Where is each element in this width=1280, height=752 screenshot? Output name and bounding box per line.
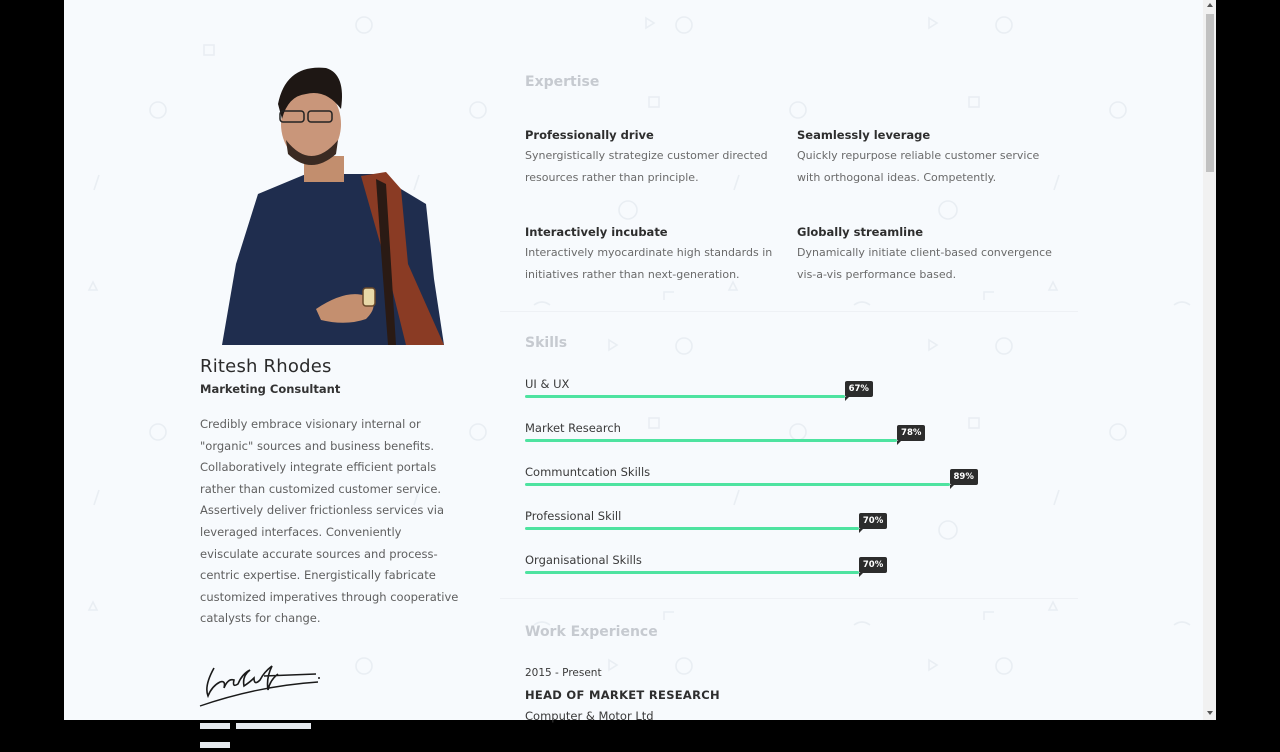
skill-label: Market Research bbox=[525, 421, 621, 435]
signature-footer-bar bbox=[200, 714, 352, 748]
skill-progress-bar: 89% bbox=[525, 469, 1025, 489]
expertise-title: Expertise bbox=[525, 74, 600, 90]
expertise-item-text: Interactively myocardinate high standard… bbox=[525, 246, 773, 281]
skill-percent-badge: 78% bbox=[897, 425, 926, 445]
expertise-item: Seamlessly leverage Quickly repurpose re… bbox=[797, 128, 1057, 188]
skill-progress-fill bbox=[525, 571, 859, 574]
scroll-down-arrow-icon[interactable] bbox=[1207, 711, 1213, 715]
skill-percent-badge: 67% bbox=[844, 381, 873, 401]
expertise-item-title: Professionally drive bbox=[525, 128, 654, 142]
skill-row: Market Research 78% bbox=[525, 421, 1025, 451]
skill-row: Organisational Skills 70% bbox=[525, 553, 1025, 583]
skill-row: Communtcation Skills 89% bbox=[525, 465, 1025, 495]
scrollbar-thumb[interactable] bbox=[1206, 14, 1214, 172]
profile-photo bbox=[222, 67, 444, 345]
profile-name: Ritesh Rhodes bbox=[200, 356, 332, 377]
scroll-up-arrow-icon[interactable] bbox=[1207, 3, 1213, 7]
section-divider bbox=[500, 311, 1078, 312]
expertise-item: Professionally drive Synergistically str… bbox=[525, 128, 785, 188]
skill-percent-badge: 70% bbox=[858, 557, 888, 577]
skill-progress-bar: 67% bbox=[525, 381, 1025, 401]
expertise-item-title: Interactively incubate bbox=[525, 225, 668, 239]
skill-progress-bar: 70% bbox=[525, 513, 1025, 533]
profile-role: Marketing Consultant bbox=[200, 382, 341, 396]
work-company: Computer & Motor Ltd bbox=[525, 709, 654, 723]
skill-progress-bar: 78% bbox=[525, 425, 1025, 445]
skill-percent-badge: 89% bbox=[949, 469, 978, 489]
vertical-scrollbar[interactable] bbox=[1203, 0, 1216, 720]
screen-margin-right bbox=[1216, 0, 1280, 720]
skills-title: Skills bbox=[525, 335, 568, 351]
expertise-item: Globally streamline Dynamically initiate… bbox=[797, 225, 1057, 285]
skill-label: Communtcation Skills bbox=[525, 465, 651, 479]
expertise-item-text: Synergistically strategize customer dire… bbox=[525, 149, 768, 184]
skill-row: UI & UX 67% bbox=[525, 377, 1025, 407]
skill-row: Professional Skill 70% bbox=[525, 509, 1025, 539]
skill-label: Professional Skill bbox=[525, 509, 622, 523]
profile-bio: Credibly embrace visionary internal or "… bbox=[200, 417, 459, 626]
signature-image bbox=[199, 665, 320, 707]
work-date: 2015 - Present bbox=[525, 667, 602, 679]
expertise-item-title: Globally streamline bbox=[797, 225, 924, 239]
skill-progress-fill bbox=[525, 395, 845, 398]
expertise-item-text: Dynamically initiate client-based conver… bbox=[797, 246, 1052, 281]
section-divider bbox=[500, 598, 1078, 599]
expertise-item-text: Quickly repurpose reliable customer serv… bbox=[797, 149, 1040, 184]
skill-progress-bar: 70% bbox=[525, 557, 1025, 577]
skill-percent-badge: 70% bbox=[858, 513, 888, 533]
expertise-item: Interactively incubate Interactively myo… bbox=[525, 225, 785, 285]
expertise-item-title: Seamlessly leverage bbox=[797, 128, 931, 142]
work-title: Work Experience bbox=[525, 624, 658, 640]
skill-progress-fill bbox=[525, 527, 859, 530]
skill-label: UI & UX bbox=[525, 377, 570, 391]
skill-progress-fill bbox=[525, 483, 950, 486]
skill-progress-fill bbox=[525, 439, 898, 442]
work-job-title: HEAD OF MARKET RESEARCH bbox=[525, 688, 720, 702]
skill-label: Organisational Skills bbox=[525, 553, 642, 567]
